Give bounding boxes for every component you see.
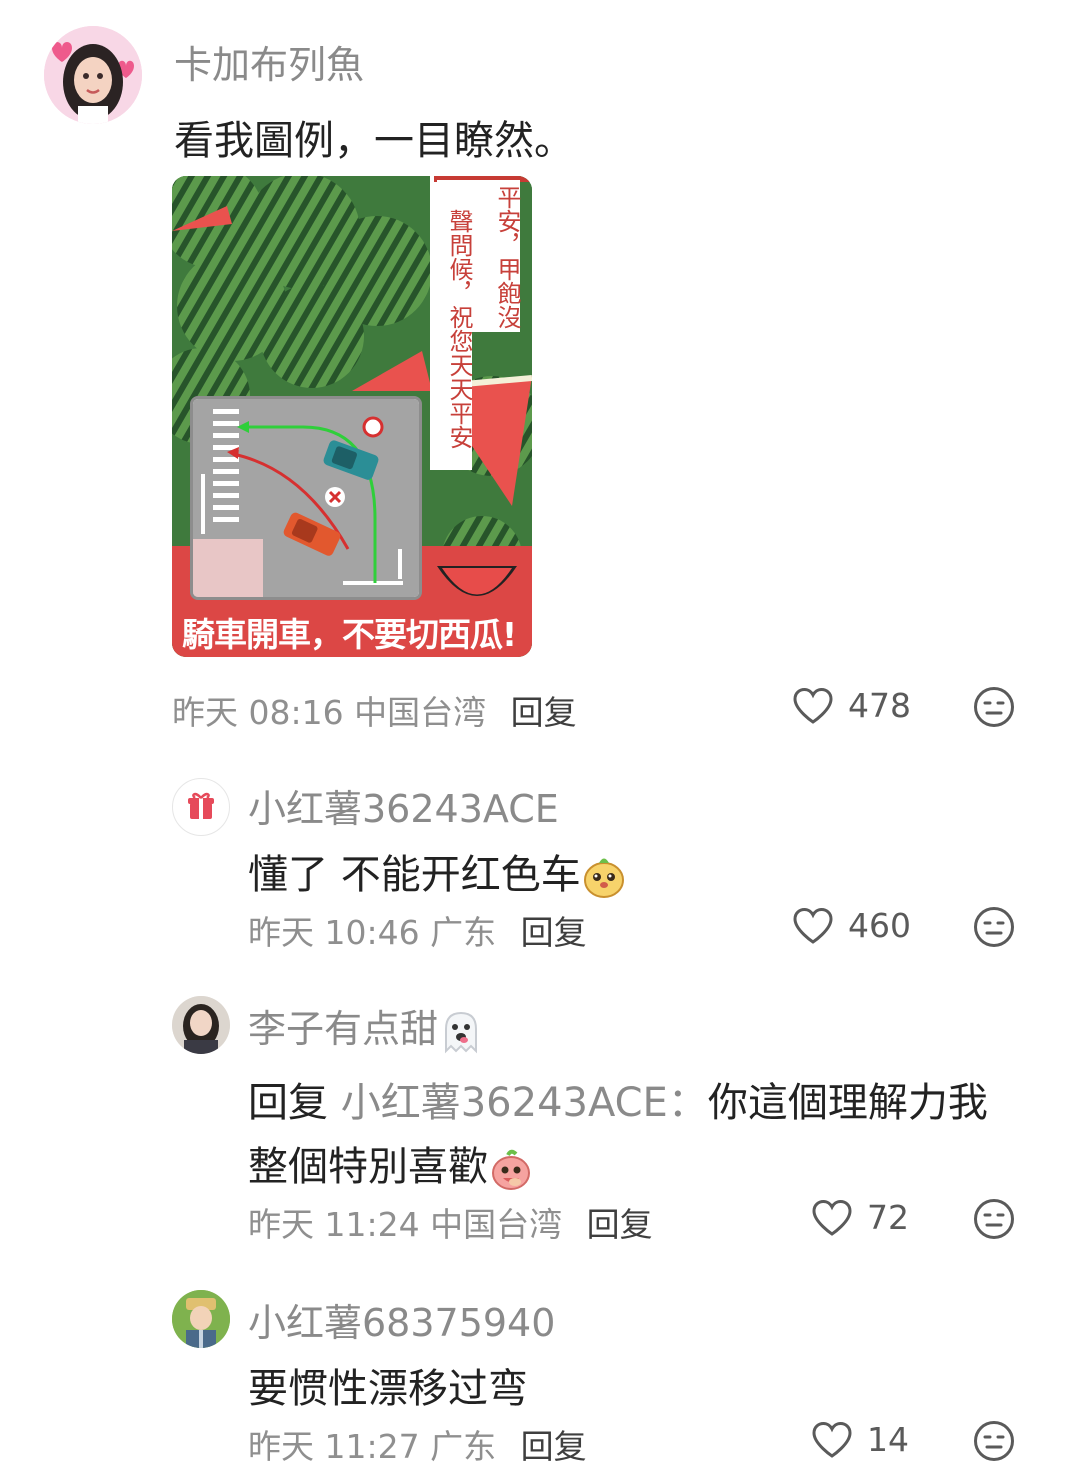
- image-caption: 騎車開車，不要切西瓜!: [182, 615, 517, 654]
- ghost-emoji-icon: [445, 1011, 478, 1053]
- like-button[interactable]: 460: [792, 906, 911, 945]
- comment-location: 中国台湾: [354, 693, 487, 732]
- like-count: 14: [867, 1420, 909, 1459]
- reply-mention[interactable]: 小红薯36243ACE：: [341, 1080, 708, 1126]
- reply-button[interactable]: 回复: [587, 1205, 653, 1244]
- comment-text-line1: 你這個理解力我: [707, 1080, 988, 1126]
- comment-text-line2: 整個特別喜歡: [248, 1144, 488, 1190]
- comment-text: 回复 小红薯36243ACE：你這個理解力我: [248, 1070, 988, 1128]
- potato-emoji-icon: [583, 858, 624, 898]
- comment-username[interactable]: 小红薯68375940: [248, 1292, 555, 1347]
- comment-meta: 昨天 11:27 广东 回复: [248, 1420, 587, 1468]
- avatar[interactable]: [44, 26, 142, 124]
- comment-username[interactable]: 李子有点甜: [248, 998, 484, 1055]
- meh-face-icon: [974, 1421, 1014, 1461]
- traffic-diagram: [190, 396, 422, 600]
- comment-text-content: 懂了 不能开红色车: [248, 852, 581, 898]
- heart-outline-icon: [812, 1199, 852, 1236]
- image-vertical-text-2: 聲問候，祝您天天平安: [430, 182, 473, 470]
- heart-outline-icon: [812, 1421, 852, 1458]
- comment-time: 昨天 11:24: [248, 1205, 420, 1244]
- comment-time: 昨天 10:46: [248, 913, 420, 952]
- like-button[interactable]: 14: [811, 1420, 909, 1459]
- comment-username[interactable]: 小红薯36243ACE: [248, 778, 559, 833]
- like-button[interactable]: 478: [792, 686, 911, 725]
- dislike-button[interactable]: [973, 906, 1015, 952]
- reply-prefix: 回复: [248, 1080, 328, 1126]
- comment-location: 广东: [430, 913, 497, 952]
- like-count: 460: [848, 906, 911, 945]
- comment-location: 中国台湾: [430, 1205, 563, 1244]
- comment-text: 懂了 不能开红色车: [248, 842, 627, 900]
- like-button[interactable]: 72: [811, 1198, 909, 1237]
- meh-face-icon: [974, 1199, 1014, 1239]
- comment-text: 看我圖例，一目瞭然。: [174, 118, 574, 164]
- peach-emoji-icon: [492, 1149, 530, 1190]
- reply-button[interactable]: 回复: [521, 1427, 587, 1466]
- comment-time: 昨天 11:27: [248, 1427, 420, 1466]
- like-count: 478: [848, 686, 911, 725]
- dislike-button[interactable]: [973, 1420, 1015, 1466]
- comment-meta: 昨天 11:24 中国台湾 回复: [248, 1198, 653, 1246]
- like-count: 72: [867, 1198, 909, 1237]
- comment-image[interactable]: 平安，甲飽沒 聲問候，祝您天天平安 騎車開車，不要切西瓜!: [172, 176, 532, 657]
- meh-face-icon: [974, 907, 1014, 947]
- comment-meta: 昨天 08:16 中国台湾 回复: [172, 686, 577, 734]
- comment-time: 昨天 08:16: [172, 693, 344, 732]
- avatar[interactable]: [172, 996, 230, 1054]
- heart-outline-icon: [793, 687, 833, 724]
- comment-meta: 昨天 10:46 广东 回复: [248, 906, 587, 954]
- comment-text-line2-container: 整個特別喜歡: [248, 1134, 534, 1192]
- meh-face-icon: [974, 687, 1014, 727]
- comment-text: 要惯性漂移过弯: [248, 1366, 528, 1412]
- avatar[interactable]: [172, 1290, 230, 1348]
- comment-location: 广东: [430, 1427, 497, 1466]
- reply-button[interactable]: 回复: [511, 693, 577, 732]
- username-text: 李子有点甜: [248, 1007, 439, 1051]
- reply-button[interactable]: 回复: [521, 913, 587, 952]
- heart-outline-icon: [793, 907, 833, 944]
- dislike-button[interactable]: [973, 1198, 1015, 1244]
- comment-username[interactable]: 卡加布列魚: [174, 34, 364, 89]
- dislike-button[interactable]: [973, 686, 1015, 732]
- image-vertical-text-1: 平安，甲飽沒: [478, 180, 521, 332]
- avatar[interactable]: [172, 778, 230, 836]
